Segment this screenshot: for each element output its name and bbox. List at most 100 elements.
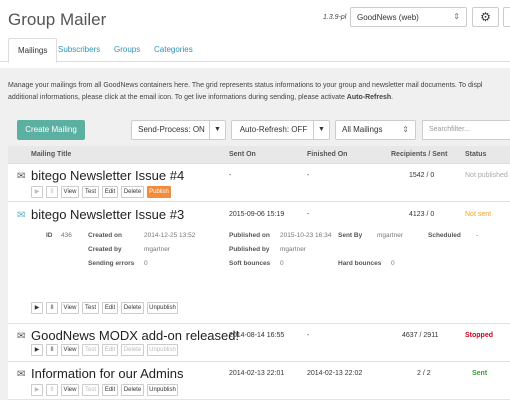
mailing-row[interactable]: ✉ Information for our Admins 2014-02-13 … bbox=[8, 362, 510, 400]
test-button[interactable]: Test bbox=[82, 302, 99, 314]
detail-sending-errors-value: 0 bbox=[144, 260, 148, 267]
play-button[interactable]: ▶ bbox=[31, 302, 43, 314]
finished-on: - bbox=[307, 211, 310, 218]
select-arrows-icon: ⇕ bbox=[453, 12, 460, 21]
pause-button[interactable]: II bbox=[46, 186, 58, 198]
send-process-toggle[interactable]: Send-Process: ON ▼ bbox=[131, 120, 226, 140]
detail-sending-errors-label: Sending errors bbox=[88, 260, 135, 267]
detail-id-value: 436 bbox=[61, 232, 72, 239]
test-button[interactable]: Test bbox=[82, 344, 99, 356]
view-button[interactable]: View bbox=[61, 186, 79, 198]
detail-published-on-value: 2015-10-23 16:34 bbox=[280, 232, 332, 239]
finished-on: - bbox=[307, 332, 310, 339]
edit-button[interactable]: Edit bbox=[102, 302, 118, 314]
detail-created-by-value: mgartner bbox=[144, 246, 171, 253]
create-mailing-button[interactable]: Create Mailing bbox=[17, 120, 85, 140]
col-sent-on[interactable]: Sent On bbox=[229, 151, 256, 158]
col-status[interactable]: Status bbox=[465, 151, 486, 158]
intro-line-2: additional informations, please click at… bbox=[8, 92, 510, 104]
container-select[interactable]: GoodNews (web) ⇕ bbox=[350, 7, 467, 27]
tab-groups[interactable]: Groups bbox=[105, 38, 149, 62]
detail-created-on-value: 2014-12-25 13:52 bbox=[144, 232, 196, 239]
chevron-down-icon[interactable]: ▼ bbox=[209, 121, 225, 139]
mailing-title: Information for our Admins bbox=[31, 366, 184, 381]
pause-button[interactable]: II bbox=[46, 344, 58, 356]
edit-button[interactable]: Edit bbox=[102, 186, 118, 198]
status-badge: Not published bbox=[465, 172, 508, 179]
delete-button[interactable]: Delete bbox=[121, 302, 144, 314]
unpublish-button[interactable]: Unpublish bbox=[147, 302, 178, 314]
mailing-row[interactable]: ✉ GoodNews MODX add-on released! 2014-08… bbox=[8, 324, 510, 362]
view-button[interactable]: View bbox=[61, 384, 79, 396]
detail-created-by-label: Created by bbox=[88, 246, 122, 253]
envelope-icon[interactable]: ✉ bbox=[17, 331, 25, 342]
envelope-open-icon[interactable]: ✉ bbox=[17, 210, 25, 221]
col-recipients-sent[interactable]: Recipients / Sent bbox=[391, 151, 447, 158]
auto-refresh-hint: Auto-Refresh bbox=[346, 94, 392, 101]
version-label: 1.3.9-pl bbox=[323, 14, 347, 21]
edit-button[interactable]: Edit bbox=[102, 344, 118, 356]
intro-line-1: Manage your mailings from all GoodNews c… bbox=[8, 82, 483, 89]
detail-soft-bounces-value: 0 bbox=[280, 260, 284, 267]
detail-created-on-label: Created on bbox=[88, 232, 122, 239]
detail-scheduled-value: - bbox=[476, 232, 479, 239]
publish-button[interactable]: Publish bbox=[147, 186, 171, 198]
settings-button[interactable]: ⚙ bbox=[472, 7, 499, 27]
mailing-filter-select[interactable]: All Mailings ⇕ bbox=[335, 120, 416, 140]
unpublish-button[interactable]: Unpublish bbox=[147, 384, 178, 396]
gear-icon: ⚙ bbox=[480, 10, 491, 24]
test-button[interactable]: Test bbox=[82, 384, 99, 396]
col-mailing-title[interactable]: Mailing Title bbox=[31, 151, 71, 158]
delete-button[interactable]: Delete bbox=[121, 384, 144, 396]
play-button[interactable]: ▶ bbox=[31, 186, 43, 198]
grid-header: Mailing Title Sent On Finished On Recipi… bbox=[8, 146, 510, 164]
delete-button[interactable]: Delete bbox=[121, 344, 144, 356]
mailing-title: bitego Newsletter Issue #4 bbox=[31, 168, 185, 183]
tab-subscribers[interactable]: Subscribers bbox=[49, 38, 109, 62]
help-button[interactable]: ? bbox=[503, 7, 510, 27]
view-button[interactable]: View bbox=[61, 344, 79, 356]
recipients-sent: 2 / 2 bbox=[417, 370, 431, 377]
delete-button[interactable]: Delete bbox=[121, 186, 144, 198]
pause-button[interactable]: II bbox=[46, 302, 58, 314]
sent-on: 2015-09-06 15:19 bbox=[229, 211, 285, 218]
detail-published-by-label: Published by bbox=[229, 246, 270, 253]
mailing-title: GoodNews MODX add-on released! bbox=[31, 328, 240, 343]
detail-scheduled-label: Scheduled bbox=[428, 232, 461, 239]
detail-sent-by-label: Sent By bbox=[338, 232, 363, 239]
tab-bar: Mailings Subscribers Groups Categories bbox=[0, 38, 510, 63]
search-input[interactable]: Searchfilter... bbox=[422, 120, 510, 140]
play-button[interactable]: ▶ bbox=[31, 384, 43, 396]
detail-id-label: ID bbox=[46, 232, 53, 239]
envelope-icon[interactable]: ✉ bbox=[17, 171, 25, 182]
detail-soft-bounces-label: Soft bounces bbox=[229, 260, 271, 267]
chevron-down-icon[interactable]: ▼ bbox=[313, 121, 329, 139]
mailings-grid: Mailing Title Sent On Finished On Recipi… bbox=[8, 146, 510, 400]
top-bar: Group Mailer 1.3.9-pl GoodNews (web) ⇕ ⚙… bbox=[0, 0, 510, 38]
detail-published-by-value: mgartner bbox=[280, 246, 307, 253]
mailing-filter-value: All Mailings bbox=[342, 125, 383, 134]
mailing-row-expanded[interactable]: ✉ bitego Newsletter Issue #3 2015-09-06 … bbox=[8, 202, 510, 324]
mailing-row[interactable]: ✉ bitego Newsletter Issue #4 - - 1542 / … bbox=[8, 164, 510, 202]
envelope-icon[interactable]: ✉ bbox=[17, 369, 25, 380]
col-finished-on[interactable]: Finished On bbox=[307, 151, 347, 158]
intro-line-2-text: additional informations, please click at… bbox=[8, 94, 347, 101]
recipients-sent: 1542 / 0 bbox=[409, 172, 435, 179]
status-badge: Sent bbox=[472, 370, 488, 377]
view-button[interactable]: View bbox=[61, 302, 79, 314]
container-select-value: GoodNews (web) bbox=[357, 13, 419, 22]
recipients-sent: 4637 / 2911 bbox=[402, 332, 439, 339]
intro-line-2-end: . bbox=[391, 94, 394, 101]
test-button[interactable]: Test bbox=[82, 186, 99, 198]
unpublish-button[interactable]: Unpublish bbox=[147, 344, 178, 356]
auto-refresh-toggle[interactable]: Auto-Refresh: OFF ▼ bbox=[231, 120, 330, 140]
pause-button[interactable]: II bbox=[46, 384, 58, 396]
sent-on: 2014-08-14 16:55 bbox=[229, 332, 285, 339]
edit-button[interactable]: Edit bbox=[102, 384, 118, 396]
status-badge: Not sent bbox=[465, 211, 492, 218]
finished-on: - bbox=[307, 172, 310, 179]
page-title: Group Mailer bbox=[8, 10, 107, 29]
tab-categories[interactable]: Categories bbox=[145, 38, 202, 62]
mailing-title: bitego Newsletter Issue #3 bbox=[31, 207, 185, 222]
play-button[interactable]: ▶ bbox=[31, 344, 43, 356]
